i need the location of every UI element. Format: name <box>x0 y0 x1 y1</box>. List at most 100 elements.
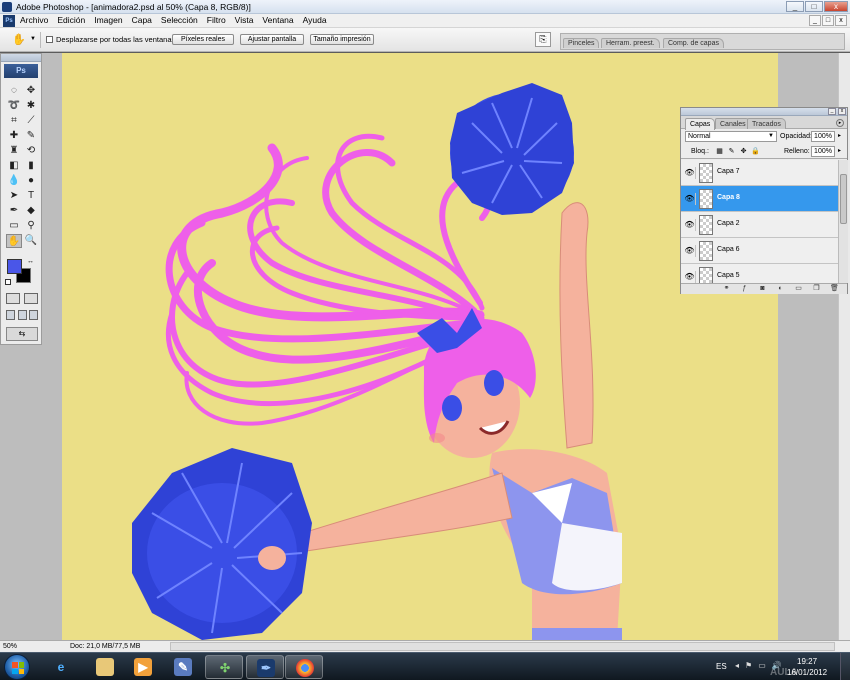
palette-well-icon[interactable]: ⎘ <box>535 32 551 47</box>
show-desktop-button[interactable] <box>840 653 850 680</box>
opacity-slider-icon[interactable]: ▸ <box>838 131 841 142</box>
menu-vista[interactable]: Vista <box>235 15 254 25</box>
clock-date[interactable]: 16/01/2012 <box>787 668 827 677</box>
doc-minimize-button[interactable]: _ <box>809 15 821 26</box>
hand-tool-icon[interactable]: ✋ <box>6 234 22 248</box>
taskbar-explorer[interactable] <box>86 655 124 679</box>
layer-row-selected[interactable]: 👁 Capa 8 <box>681 186 838 212</box>
tool-preset-dropdown-icon[interactable]: ▼ <box>30 36 36 42</box>
document-canvas[interactable] <box>62 53 778 640</box>
menu-seleccion[interactable]: Selección <box>161 15 198 25</box>
lasso-tool-icon[interactable]: ➰ <box>6 99 22 113</box>
slice-tool-icon[interactable]: ⟋ <box>23 114 39 128</box>
history-brush-tool-icon[interactable]: ⟲ <box>23 144 39 158</box>
tab-canales[interactable]: Canales <box>715 118 751 129</box>
layer-row[interactable]: 👁 Capa 7 <box>681 160 838 186</box>
adjustment-icon[interactable]: ◐ <box>776 285 785 293</box>
tab-trazados[interactable]: Tracados <box>747 118 786 129</box>
lock-position-icon[interactable]: ✥ <box>739 147 748 156</box>
panel-close-icon[interactable]: x <box>838 108 846 115</box>
jump-to-imageready-icon[interactable]: ⇆ <box>6 327 38 341</box>
opacity-field[interactable]: 100% <box>811 131 835 142</box>
new-layer-icon[interactable]: ❐ <box>812 285 821 293</box>
default-colors-icon[interactable] <box>5 279 11 285</box>
blur-tool-icon[interactable]: 💧 <box>6 174 22 188</box>
eye-icon[interactable]: 👁 <box>684 167 696 179</box>
clone-stamp-tool-icon[interactable]: ♜ <box>6 144 22 158</box>
eraser-tool-icon[interactable]: ◧ <box>6 159 22 173</box>
actual-pixels-button[interactable]: Píxeles reales <box>172 34 234 45</box>
tab-composiciones-capas[interactable]: Comp. de capas <box>663 38 724 48</box>
doc-restore-button[interactable]: □ <box>822 15 834 26</box>
zoom-level[interactable]: 50% <box>3 643 17 650</box>
magic-wand-tool-icon[interactable]: ✱ <box>23 99 39 113</box>
quick-mask-mode-icon[interactable] <box>24 293 38 304</box>
blend-mode-select[interactable]: Normal ▼ <box>685 131 777 142</box>
taskbar-paint[interactable]: ✎ <box>164 655 202 679</box>
print-size-button[interactable]: Tamaño impresión <box>310 34 374 45</box>
path-selection-tool-icon[interactable]: ➤ <box>6 189 22 203</box>
layer-row[interactable]: 👁 Capa 6 <box>681 238 838 264</box>
menu-capa[interactable]: Capa <box>132 15 152 25</box>
menu-filtro[interactable]: Filtro <box>207 15 226 25</box>
tab-herramientas-preestablecidas[interactable]: Herram. preest. <box>601 38 660 48</box>
menu-edicion[interactable]: Edición <box>57 15 85 25</box>
horizontal-scrollbar[interactable] <box>170 642 835 651</box>
eyedropper-tool-icon[interactable]: ⚲ <box>23 219 39 233</box>
maximize-button[interactable]: □ <box>805 1 823 12</box>
taskbar-photoshop[interactable]: ✒ <box>246 655 284 679</box>
eye-icon[interactable]: 👁 <box>684 245 696 257</box>
screen-mode-standard-icon[interactable] <box>6 310 15 320</box>
tray-arrow-icon[interactable]: ◂ <box>735 661 739 670</box>
start-button[interactable] <box>4 654 30 680</box>
fx-icon[interactable]: ƒ <box>740 285 749 293</box>
display-icon[interactable]: ▭ <box>758 661 766 670</box>
panel-menu-icon[interactable]: ▸ <box>836 119 844 127</box>
clock-time[interactable]: 19:27 <box>797 657 817 666</box>
tools-ps-logo[interactable]: Ps <box>4 64 38 78</box>
minimize-button[interactable]: _ <box>786 1 804 12</box>
taskbar-internet-explorer[interactable]: e <box>42 655 80 679</box>
mask-icon[interactable]: ◙ <box>758 285 767 293</box>
layers-panel-titlebar[interactable]: _ x <box>681 108 847 116</box>
swap-colors-icon[interactable]: ↔ <box>27 258 34 265</box>
lock-all-icon[interactable]: 🔒 <box>751 147 760 156</box>
flag-icon[interactable]: ⚑ <box>745 661 752 670</box>
lock-pixels-icon[interactable]: ✎ <box>727 147 736 156</box>
eye-icon[interactable]: 👁 <box>684 219 696 231</box>
standard-mode-icon[interactable] <box>6 293 20 304</box>
language-indicator[interactable]: ES <box>716 662 727 671</box>
menu-archivo[interactable]: Archivo <box>20 15 48 25</box>
dodge-tool-icon[interactable]: ● <box>23 174 39 188</box>
layer-row[interactable]: 👁 Capa 2 <box>681 212 838 238</box>
healing-brush-tool-icon[interactable]: ✚ <box>6 129 22 143</box>
scrollbar-thumb[interactable] <box>840 174 847 224</box>
notes-tool-icon[interactable]: ▭ <box>6 219 22 233</box>
tools-panel-titlebar[interactable] <box>1 54 41 62</box>
taskbar-network[interactable]: ✣ <box>205 655 243 679</box>
menu-imagen[interactable]: Imagen <box>94 15 122 25</box>
panel-minimize-icon[interactable]: _ <box>828 108 836 115</box>
zoom-tool-icon[interactable]: 🔍 <box>23 234 39 248</box>
trash-icon[interactable]: 🗑 <box>830 285 839 293</box>
fit-screen-button[interactable]: Ajustar pantalla <box>240 34 304 45</box>
fill-slider-icon[interactable]: ▸ <box>838 146 841 157</box>
pen-tool-icon[interactable]: ✒ <box>6 204 22 218</box>
taskbar-media-player[interactable]: ▶ <box>124 655 162 679</box>
taskbar-chrome[interactable] <box>285 655 323 679</box>
shape-tool-icon[interactable]: ◆ <box>23 204 39 218</box>
eye-icon[interactable]: 👁 <box>684 193 696 205</box>
layer-list-scrollbar[interactable] <box>838 160 848 283</box>
menu-ayuda[interactable]: Ayuda <box>303 15 327 25</box>
eye-icon[interactable]: 👁 <box>684 271 696 283</box>
type-tool-icon[interactable]: T <box>23 189 39 203</box>
foreground-color-swatch[interactable] <box>7 259 22 274</box>
menu-ventana[interactable]: Ventana <box>262 15 293 25</box>
layer-row[interactable]: 👁 Capa 5 <box>681 264 838 283</box>
doc-close-button[interactable]: x <box>835 15 847 26</box>
document-size[interactable]: Doc: 21,0 MB/77,5 MB <box>70 643 140 650</box>
move-tool-icon[interactable]: ✥ <box>23 84 39 98</box>
crop-tool-icon[interactable]: ⌗ <box>6 114 22 128</box>
gradient-tool-icon[interactable]: ▮ <box>23 159 39 173</box>
lock-transparency-icon[interactable]: ▦ <box>715 147 724 156</box>
